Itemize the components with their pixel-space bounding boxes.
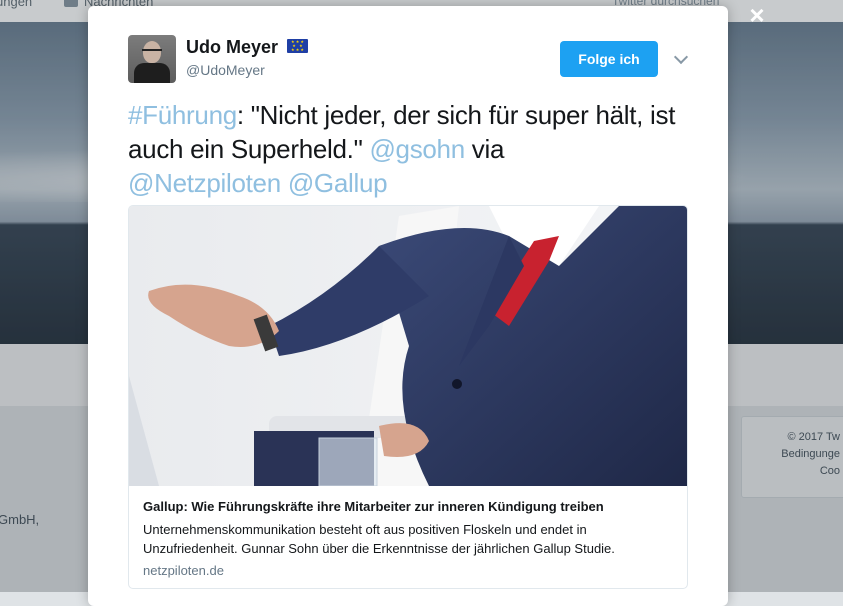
tweet-text-part: via	[464, 134, 505, 164]
chevron-down-icon[interactable]	[673, 49, 689, 65]
hashtag-link[interactable]: #Führung	[128, 100, 237, 130]
link-card[interactable]: Gallup: Wie Führungskräfte ihre Mitarbei…	[128, 205, 688, 589]
card-info: Gallup: Wie Führungskräfte ihre Mitarbei…	[143, 498, 673, 578]
card-title[interactable]: Gallup: Wie Führungskräfte ihre Mitarbei…	[143, 498, 673, 516]
businessman-illustration	[129, 206, 687, 486]
avatar[interactable]	[128, 35, 176, 83]
mention-link[interactable]: @Netzpiloten	[128, 168, 281, 198]
follow-button[interactable]: Folge ich	[560, 41, 658, 77]
author-handle[interactable]: @UdoMeyer	[186, 62, 265, 78]
close-icon[interactable]: ×	[746, 2, 768, 28]
tweet-modal: Udo Meyer ★ ★ ★ ★ ★ ★ ★ ★ @UdoMeyer Folge …	[88, 6, 728, 606]
mention-link[interactable]: @Gallup	[288, 168, 388, 198]
card-description: Unternehmenskommunikation besteht oft au…	[143, 522, 615, 556]
mention-link[interactable]: @gsohn	[369, 134, 465, 164]
tweet-text: #Führung: "Nicht jeder, der sich für sup…	[128, 98, 688, 200]
card-image[interactable]	[129, 206, 687, 486]
eu-flag-icon: ★ ★ ★ ★ ★ ★ ★ ★	[287, 39, 308, 53]
card-domain[interactable]: netzpiloten.de	[143, 563, 673, 578]
author-name[interactable]: Udo Meyer	[186, 37, 278, 58]
avatar-body	[134, 63, 170, 83]
avatar-glasses	[142, 49, 162, 55]
